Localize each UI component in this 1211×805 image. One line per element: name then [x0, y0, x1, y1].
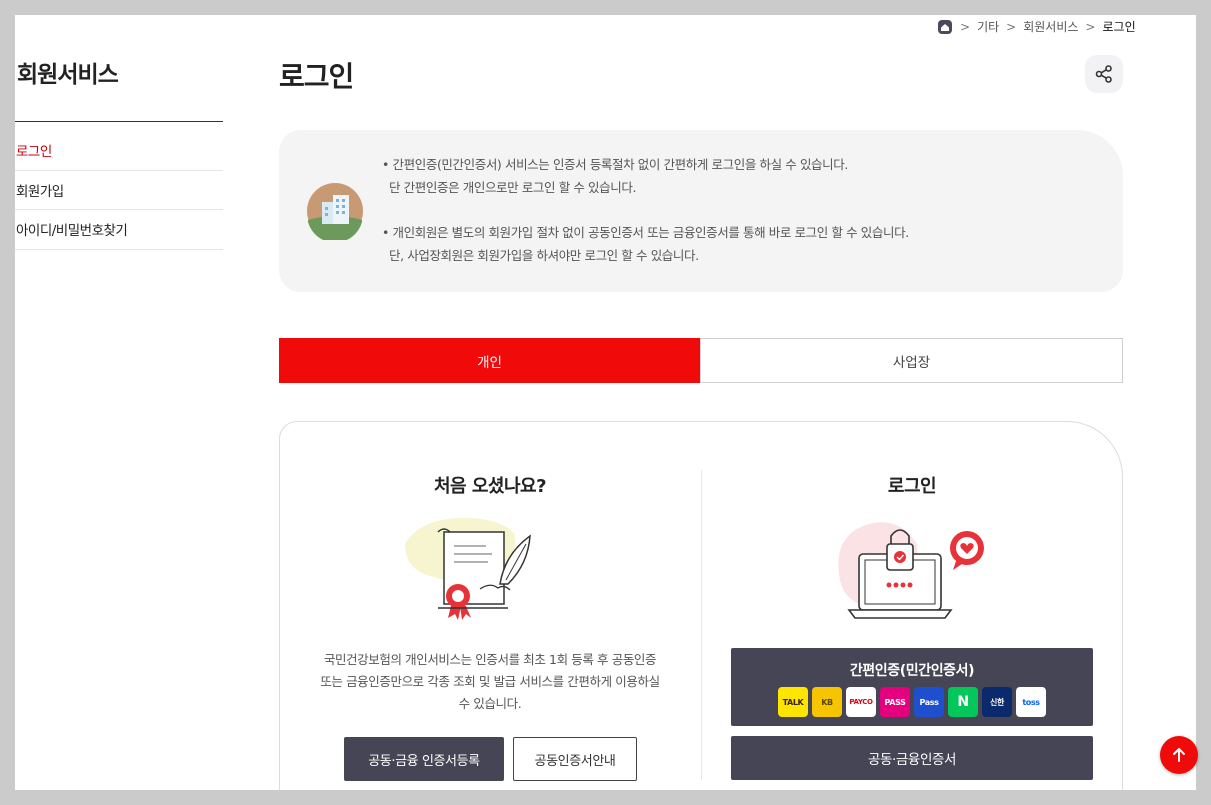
first-visit-title: 처음 오셨나요?: [433, 476, 547, 497]
certificate-icon: [405, 517, 531, 620]
first-visit-description: 국민건강보험의 개인서비스는 인증서를 최초 1회 등록 후 공동인증 또는 금…: [280, 649, 700, 715]
sidebar-item-find-id-password[interactable]: 아이디/비밀번호찾기: [15, 210, 223, 250]
description-line: 또는 금융인증만으로 각종 조회 및 발급 서비스를 간편하게 이용하실: [320, 674, 660, 689]
tab-personal[interactable]: 개인: [279, 338, 700, 383]
page: > 기타 > 회원서비스 > 로그인 회원서비스 로그인 회원가입 아이디/비밀…: [15, 15, 1196, 790]
description-line: 국민건강보험의 개인서비스는 인증서를 최초 1회 등록 후 공동인증: [323, 652, 657, 667]
share-button[interactable]: [1085, 55, 1123, 93]
home-icon[interactable]: [937, 19, 953, 35]
info-line: • 간편인증(민간인증서) 서비스는 인증서 등록절차 없이 간편하게 로그인을…: [382, 157, 848, 172]
chevron-right-icon: >: [960, 19, 971, 34]
tab-business[interactable]: 사업장: [700, 338, 1123, 383]
joint-financial-cert-login-button[interactable]: 공동·금융인증서: [731, 736, 1093, 780]
page-title: 로그인: [279, 60, 354, 93]
share-icon: [1095, 65, 1112, 83]
simple-auth-label: 간편인증(민간인증서): [849, 663, 975, 679]
info-line: 단, 사업장회원은 회원가입을 하셔야만 로그인 할 수 있습니다.: [389, 247, 699, 263]
naver-icon: N: [948, 687, 978, 717]
info-notice: • 간편인증(민간인증서) 서비스는 인증서 등록절차 없이 간편하게 로그인을…: [279, 130, 1123, 292]
payco-icon: PAYCO: [846, 687, 876, 717]
breadcrumb-item-member-service[interactable]: 회원서비스: [1023, 18, 1078, 35]
kakao-talk-icon: TALK: [778, 687, 808, 717]
sidebar-item-login[interactable]: 로그인: [15, 131, 223, 171]
certificate-register-button[interactable]: 공동·금융 인증서등록: [344, 737, 504, 781]
breadcrumb: > 기타 > 회원서비스 > 로그인: [937, 18, 1136, 35]
member-type-tabs: 개인 사업장: [279, 338, 1123, 383]
samsung-pass-icon: Pass: [914, 687, 944, 717]
shinhan-icon: 신한: [982, 687, 1012, 717]
info-line: • 개인회원은 별도의 회원가입 절차 없이 공동인증서 또는 금융인증서를 통…: [382, 225, 909, 240]
info-text: • 간편인증(민간인증서) 서비스는 인증서 등록절차 없이 간편하게 로그인을…: [382, 154, 909, 267]
building-icon: [307, 183, 363, 240]
certificate-guide-button[interactable]: 공동인증서안내: [513, 737, 637, 781]
sidebar-divider: [15, 121, 223, 122]
info-line: 단 간편인증은 개인으로만 로그인 할 수 있습니다.: [389, 179, 637, 195]
sidebar-menu: 로그인 회원가입 아이디/비밀번호찾기: [15, 131, 223, 250]
kb-icon: KB: [812, 687, 842, 717]
sidebar-item-signup[interactable]: 회원가입: [15, 171, 223, 210]
simple-auth-button[interactable]: 간편인증(민간인증서) TALK KB PAYCO PASS Pass N 신한…: [731, 648, 1093, 726]
arrow-up-icon: [1173, 748, 1185, 762]
login-title: 로그인: [887, 476, 937, 497]
chevron-right-icon: >: [1006, 19, 1017, 34]
toss-icon: toss: [1016, 687, 1046, 717]
chevron-right-icon: >: [1085, 19, 1096, 34]
login-card: 처음 오셨나요? 국민건강보험의 개인서비스는 인증서를 최초 1회 등록 후 …: [279, 421, 1123, 790]
description-line: 수 있습니다.: [458, 696, 522, 711]
sidebar-title: 회원서비스: [17, 62, 119, 88]
breadcrumb-item-etc[interactable]: 기타: [977, 18, 999, 35]
pass-icon: PASS: [880, 687, 910, 717]
scroll-top-button[interactable]: [1160, 736, 1198, 774]
card-divider: [701, 470, 702, 780]
provider-list: TALK KB PAYCO PASS Pass N 신한 toss: [778, 687, 1046, 717]
breadcrumb-item-current: 로그인: [1102, 20, 1136, 34]
laptop-lock-icon: [838, 522, 984, 619]
